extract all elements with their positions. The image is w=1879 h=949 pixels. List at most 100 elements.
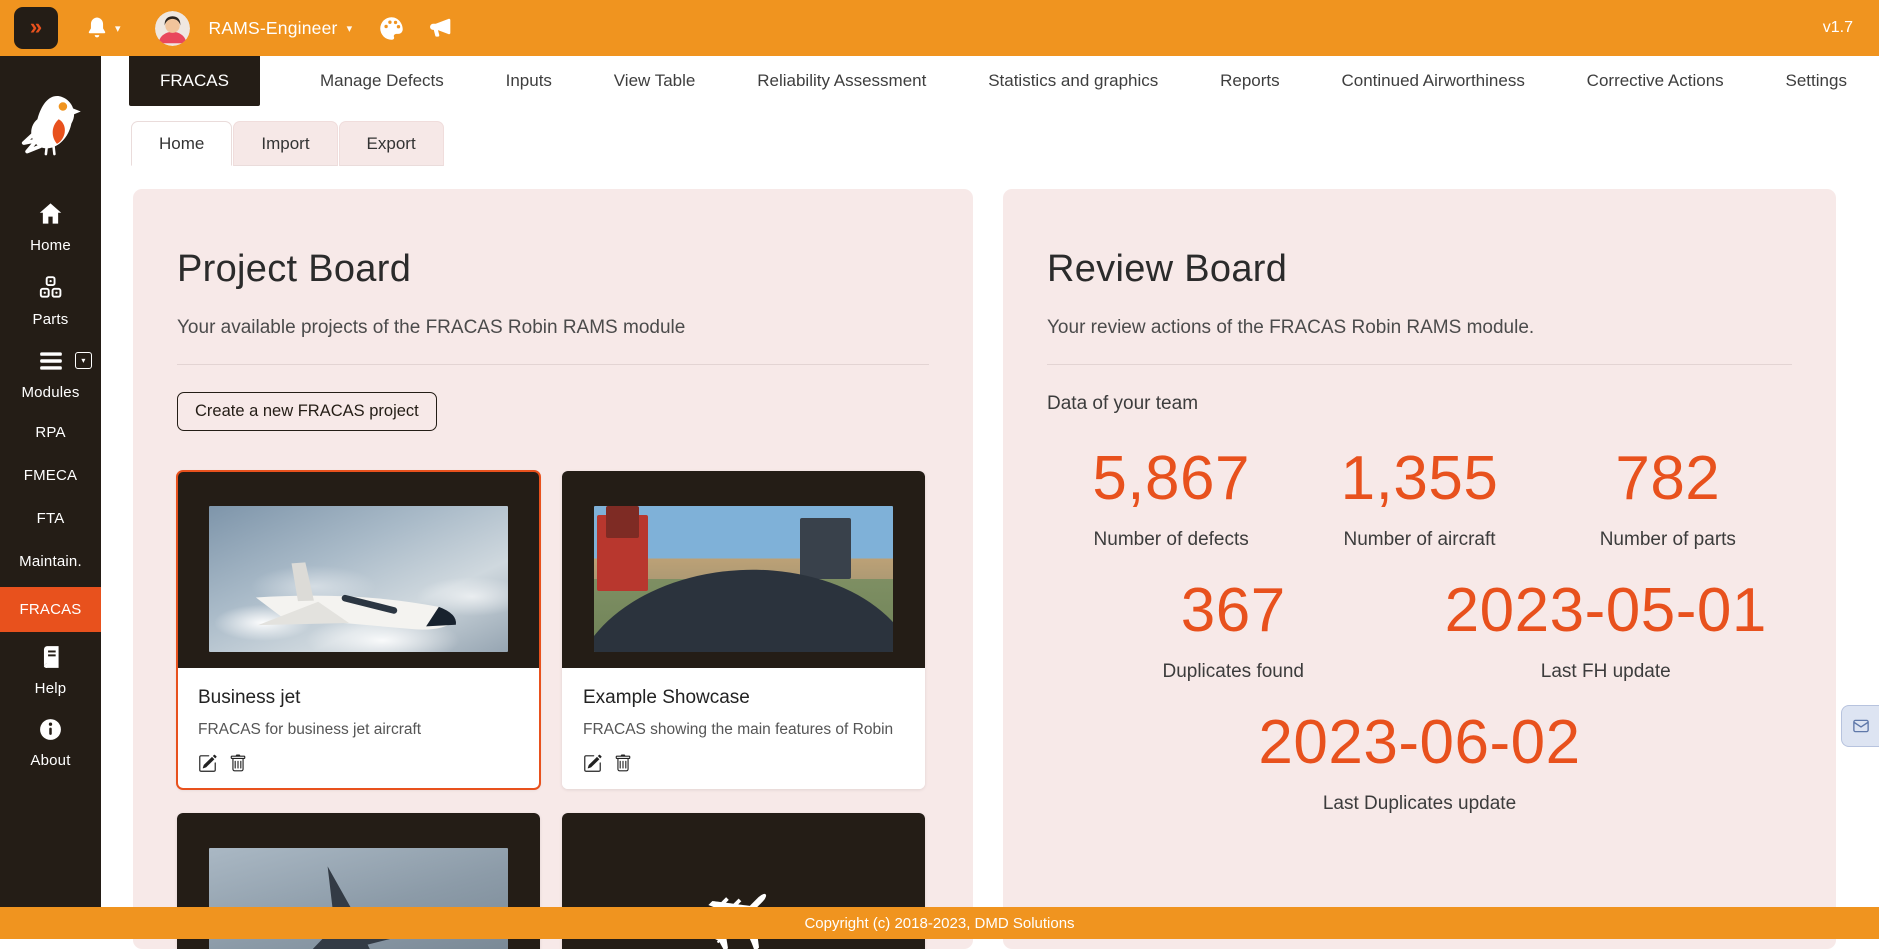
feedback-widget[interactable]: [1841, 705, 1879, 747]
sidebar-item-fmeca[interactable]: FMECA: [0, 454, 101, 497]
project-board-panel: Project Board Your available projects of…: [133, 189, 973, 949]
nav-item-fracas[interactable]: FRACAS: [129, 56, 260, 106]
sidebar-item-parts[interactable]: Parts: [0, 264, 101, 338]
tab-export[interactable]: Export: [339, 121, 444, 166]
megaphone-button[interactable]: [427, 14, 455, 42]
stats-row-1: 5,867 Number of defects 1,355 Number of …: [1047, 445, 1792, 551]
sidebar-item-fracas[interactable]: FRACAS: [0, 587, 101, 632]
project-board-title: Project Board: [177, 248, 929, 291]
parts-icon: [37, 274, 64, 305]
modules-expand-icon[interactable]: ▾: [75, 352, 92, 369]
nav-item-view-table[interactable]: View Table: [614, 56, 696, 106]
sidebar-item-modules[interactable]: ▾ Modules: [0, 338, 101, 411]
nav-item-label: Settings: [1786, 71, 1847, 90]
project-name: Business jet: [198, 687, 519, 709]
home-icon: [37, 200, 64, 231]
sidebar-collapse-button[interactable]: »: [14, 7, 58, 49]
sidebar-item-label: Parts: [32, 311, 68, 328]
nav-item-reports[interactable]: Reports: [1220, 56, 1280, 106]
theme-palette-button[interactable]: [378, 15, 405, 42]
nav-item-continued-airworthiness[interactable]: Continued Airworthiness: [1342, 56, 1525, 106]
tab-label: Import: [261, 134, 309, 154]
edit-project-button[interactable]: [198, 754, 217, 773]
sidebar-item-home[interactable]: Home: [0, 190, 101, 264]
stats-row-3: 2023-06-02 Last Duplicates update: [1047, 709, 1792, 815]
review-board-title: Review Board: [1047, 248, 1792, 291]
stat-value: 2023-06-02: [1047, 709, 1792, 777]
review-board-subtitle: Your review actions of the FRACAS Robin …: [1047, 317, 1792, 339]
sidebar-item-help[interactable]: Help: [0, 634, 101, 707]
edit-project-button[interactable]: [583, 754, 602, 773]
nav-item-label: Reliability Assessment: [757, 71, 926, 90]
project-board-subtitle: Your available projects of the FRACAS Ro…: [177, 317, 929, 339]
sidebar-item-fta[interactable]: FTA: [0, 497, 101, 540]
user-name: RAMS-Engineer: [209, 18, 338, 39]
stat-label: Last FH update: [1420, 661, 1793, 683]
project-image-frame: [177, 471, 540, 668]
stat-parts: 782 Number of parts: [1544, 445, 1792, 551]
project-image-frame: [562, 471, 925, 668]
project-card-actions: [583, 754, 904, 773]
sidebar-item-label: About: [30, 752, 70, 769]
stat-value: 1,355: [1295, 445, 1543, 513]
divider: [177, 364, 929, 365]
nav-item-label: Manage Defects: [320, 71, 444, 90]
nav-item-label: Corrective Actions: [1587, 71, 1724, 90]
stat-label: Last Duplicates update: [1047, 793, 1792, 815]
sidebar-item-about[interactable]: About: [0, 707, 101, 779]
robin-logo: [21, 92, 81, 160]
project-description: FRACAS showing the main features of Robi…: [583, 720, 904, 741]
tab-import[interactable]: Import: [233, 121, 337, 166]
delete-project-button[interactable]: [614, 754, 632, 773]
project-name: Example Showcase: [583, 687, 904, 709]
bell-icon: [84, 15, 110, 41]
project-card-business-jet[interactable]: Business jet FRACAS for business jet air…: [177, 471, 540, 789]
stat-value: 2023-05-01: [1420, 577, 1793, 645]
tab-label: Home: [159, 134, 204, 154]
submarine-sail-shape: [800, 518, 851, 579]
project-description: FRACAS for business jet aircraft: [198, 720, 519, 741]
envelope-icon: [1851, 717, 1871, 735]
stat-last-duplicates-update: 2023-06-02 Last Duplicates update: [1047, 709, 1792, 815]
nav-item-reliability-assessment[interactable]: Reliability Assessment: [757, 56, 926, 106]
project-card-body: Example Showcase FRACAS showing the main…: [562, 668, 925, 789]
modules-icon: [37, 348, 65, 378]
stat-defects: 5,867 Number of defects: [1047, 445, 1295, 551]
module-nav: FRACAS Manage Defects Inputs View Table …: [101, 56, 1879, 114]
sidebar-menu: Home Parts ▾ Modules RPA FMECA FTA Maint…: [0, 190, 101, 779]
tab-home[interactable]: Home: [131, 121, 232, 166]
stat-duplicates: 367 Duplicates found: [1047, 577, 1420, 683]
pencil-square-icon: [583, 754, 602, 773]
sidebar-item-label: FTA: [37, 510, 65, 527]
project-card-actions: [198, 754, 519, 773]
create-project-button[interactable]: Create a new FRACAS project: [177, 392, 437, 431]
stat-label: Duplicates found: [1047, 661, 1420, 683]
nav-item-corrective-actions[interactable]: Corrective Actions: [1587, 56, 1724, 106]
sidebar-item-rpa[interactable]: RPA: [0, 411, 101, 454]
stat-value: 367: [1047, 577, 1420, 645]
nav-item-manage-defects[interactable]: Manage Defects: [320, 56, 444, 106]
notifications-menu[interactable]: ▾: [84, 15, 121, 41]
topbar: » ▾ RAMS-Engineer ▾ v1.7: [0, 0, 1879, 56]
nav-item-label: View Table: [614, 71, 696, 90]
nav-item-label: Statistics and graphics: [988, 71, 1158, 90]
user-menu[interactable]: RAMS-Engineer ▾: [121, 11, 353, 46]
stat-label: Number of parts: [1544, 529, 1792, 551]
stat-value: 5,867: [1047, 445, 1295, 513]
trash-icon: [614, 754, 632, 773]
copyright-text: Copyright (c) 2018-2023, DMD Solutions: [804, 915, 1074, 932]
nav-item-settings[interactable]: Settings: [1786, 56, 1847, 106]
chevron-down-icon: ▾: [115, 22, 121, 35]
chevron-down-icon: ▾: [347, 22, 353, 35]
submarine-photo: [594, 506, 893, 652]
stats-row-2: 367 Duplicates found 2023-05-01 Last FH …: [1047, 577, 1792, 683]
project-card-example-showcase[interactable]: Example Showcase FRACAS showing the main…: [562, 471, 925, 789]
sidebar-item-label: FMECA: [24, 467, 78, 484]
nav-item-statistics-and-graphics[interactable]: Statistics and graphics: [988, 56, 1158, 106]
info-icon: [38, 717, 63, 746]
nav-item-inputs[interactable]: Inputs: [506, 56, 552, 106]
project-card-body: Business jet FRACAS for business jet air…: [177, 668, 540, 789]
delete-project-button[interactable]: [229, 754, 247, 773]
sidebar-item-maintain[interactable]: Maintain.: [0, 540, 101, 583]
stat-aircraft: 1,355 Number of aircraft: [1295, 445, 1543, 551]
